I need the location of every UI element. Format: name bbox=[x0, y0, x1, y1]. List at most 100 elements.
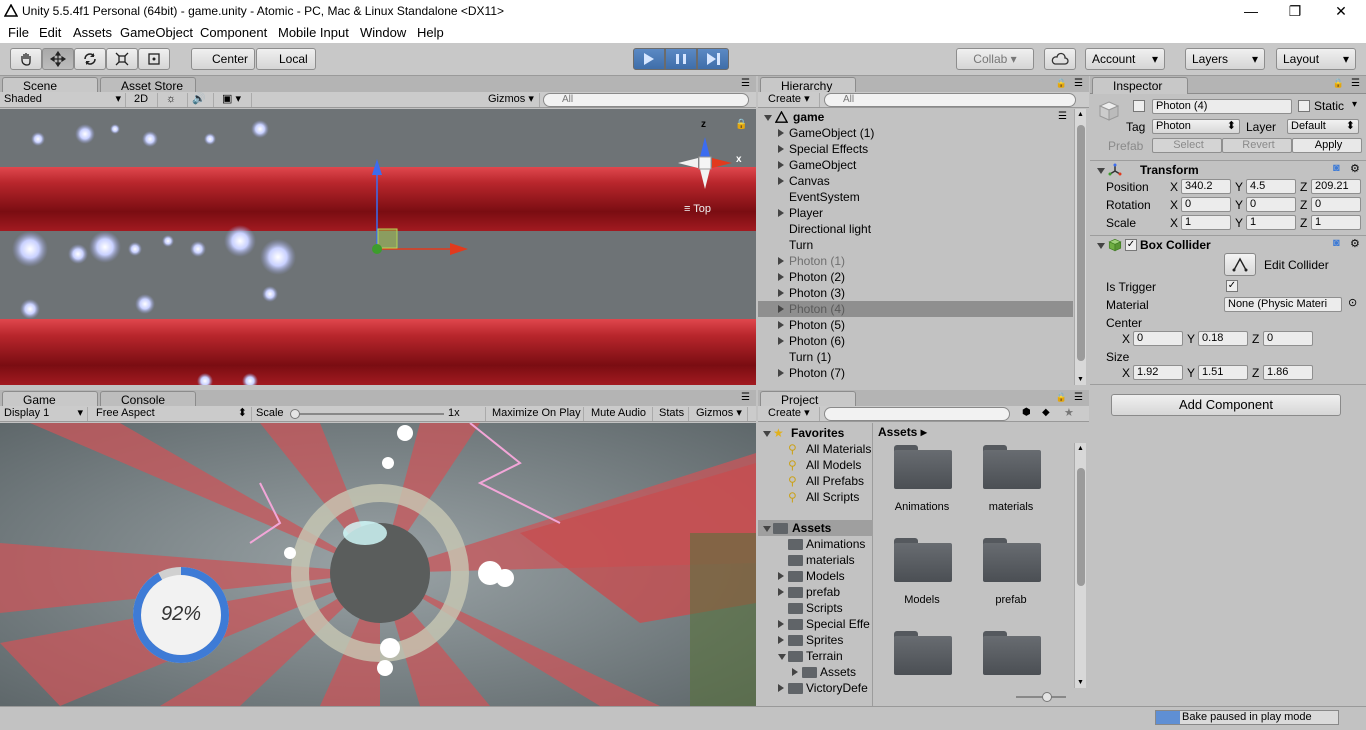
hierarchy-item[interactable]: Photon (4) bbox=[758, 301, 1073, 317]
vector-field[interactable]: 0 bbox=[1263, 331, 1313, 346]
menu-file[interactable]: File bbox=[8, 25, 29, 40]
menu-help[interactable]: Help bbox=[417, 25, 444, 40]
expand-arrow-icon[interactable] bbox=[778, 145, 784, 153]
vector-field[interactable]: 0 bbox=[1133, 331, 1183, 346]
aspect-dropdown[interactable]: Free Aspect ⬍ bbox=[92, 407, 252, 421]
maximize-on-play-toggle[interactable]: Maximize On Play bbox=[488, 407, 584, 421]
asset-tree-item[interactable]: materials bbox=[758, 552, 873, 568]
scene-search-input[interactable]: All bbox=[543, 93, 749, 107]
scroll-up-icon[interactable]: ▲ bbox=[1077, 111, 1084, 118]
hierarchy-create-dropdown[interactable]: Create ▾ bbox=[764, 93, 820, 107]
expand-arrow-icon[interactable] bbox=[778, 588, 784, 596]
asset-tree-item[interactable]: Scripts bbox=[758, 600, 873, 616]
hierarchy-item[interactable]: Photon (7) bbox=[758, 365, 1073, 381]
project-scroll-up-icon[interactable]: ▲ bbox=[1077, 445, 1084, 452]
menu-edit[interactable]: Edit bbox=[39, 25, 61, 40]
expand-arrow-icon[interactable] bbox=[778, 161, 784, 169]
hierarchy-item[interactable]: Turn (1) bbox=[758, 349, 1073, 365]
scene-viewport[interactable]: z x ≡ Top 🔒 bbox=[0, 109, 756, 385]
tag-dropdown[interactable]: Photon ⬍ bbox=[1152, 119, 1240, 134]
transform-help-icon[interactable]: ◙ bbox=[1333, 162, 1340, 174]
play-button[interactable] bbox=[633, 48, 665, 70]
layout-dropdown[interactable]: Layout ▾ bbox=[1276, 48, 1356, 70]
audio-toggle[interactable]: 🔊 bbox=[188, 93, 214, 107]
layer-dropdown[interactable]: Default ⬍ bbox=[1287, 119, 1359, 134]
lock-icon[interactable]: 🔒 bbox=[735, 119, 747, 130]
game-viewport[interactable]: 92% bbox=[0, 423, 756, 706]
collider-settings-icon[interactable]: ⚙ bbox=[1350, 237, 1360, 250]
step-button[interactable] bbox=[697, 48, 729, 70]
asset-tree-item[interactable]: Assets bbox=[758, 664, 873, 680]
transform-settings-icon[interactable]: ⚙ bbox=[1350, 162, 1360, 175]
expand-arrow-icon[interactable] bbox=[778, 273, 784, 281]
hierarchy-search-input[interactable]: All bbox=[824, 93, 1076, 107]
hierarchy-item[interactable]: GameObject bbox=[758, 157, 1073, 173]
asset-folder[interactable]: Animations bbox=[880, 445, 964, 533]
favorites-row[interactable]: ★ Favorites bbox=[758, 425, 873, 441]
scale-tool-button[interactable] bbox=[106, 48, 138, 70]
project-scrollbar[interactable]: ▲ ▼ bbox=[1074, 443, 1086, 688]
inspector-lock-icon[interactable]: 🔒 bbox=[1333, 78, 1344, 89]
material-field[interactable]: None (Physic Materi bbox=[1224, 297, 1342, 312]
asset-folder[interactable]: Models bbox=[880, 538, 964, 626]
icon-size-slider[interactable] bbox=[1016, 696, 1066, 698]
vector-field[interactable]: 0.18 bbox=[1198, 331, 1248, 346]
asset-tree-item[interactable]: VictoryDefe bbox=[758, 680, 873, 696]
expand-arrow-icon[interactable] bbox=[778, 321, 784, 329]
scale-slider[interactable]: Scale 1x bbox=[252, 407, 486, 421]
hierarchy-item[interactable]: Canvas bbox=[758, 173, 1073, 189]
hierarchy-lock-icon[interactable]: 🔒 bbox=[1056, 78, 1067, 89]
prefab-select-button[interactable]: Select bbox=[1152, 138, 1222, 153]
add-component-button[interactable]: Add Component bbox=[1111, 394, 1341, 416]
assets-collapse-icon[interactable] bbox=[763, 526, 771, 532]
filter-label-icon[interactable]: ◆ bbox=[1042, 407, 1050, 418]
shading-dropdown[interactable]: Shaded ▾ bbox=[0, 93, 126, 107]
hierarchy-scene-row[interactable]: game ☰ bbox=[758, 109, 1073, 125]
static-dropdown-icon[interactable]: ▾ bbox=[1352, 99, 1357, 110]
favorite-item[interactable]: ⚲ All Materials bbox=[758, 441, 873, 457]
vector-field[interactable]: 4.5 bbox=[1246, 179, 1296, 194]
scene-gizmos-dropdown[interactable]: Gizmos ▾ bbox=[484, 93, 540, 107]
scene-menu-icon[interactable]: ☰ bbox=[1058, 109, 1067, 125]
menu-window[interactable]: Window bbox=[360, 25, 406, 40]
is-trigger-checkbox[interactable]: ✓ bbox=[1226, 280, 1238, 292]
expand-arrow-icon[interactable] bbox=[778, 620, 784, 628]
expand-arrow-icon[interactable] bbox=[792, 668, 798, 676]
project-scroll-thumb[interactable] bbox=[1077, 468, 1085, 586]
mute-audio-toggle[interactable]: Mute Audio bbox=[587, 407, 653, 421]
favorites-collapse-icon[interactable] bbox=[763, 431, 771, 437]
asset-tree-item[interactable]: Animations bbox=[758, 536, 873, 552]
layers-dropdown[interactable]: Layers ▾ bbox=[1185, 48, 1265, 70]
tab-inspector[interactable]: Inspector bbox=[1092, 77, 1188, 94]
vector-field[interactable]: 340.2 bbox=[1181, 179, 1231, 194]
hierarchy-scrollbar[interactable]: ▲ ▼ bbox=[1074, 109, 1086, 385]
hierarchy-item[interactable]: Directional light bbox=[758, 221, 1073, 237]
vector-field[interactable]: 209.21 bbox=[1311, 179, 1361, 194]
scale-slider-thumb[interactable] bbox=[290, 409, 300, 419]
asset-tree-item[interactable]: Terrain bbox=[758, 648, 873, 664]
object-picker-icon[interactable]: ⊙ bbox=[1348, 296, 1357, 309]
menu-mobile-input[interactable]: Mobile Input bbox=[278, 25, 349, 40]
hierarchy-item[interactable]: Photon (2) bbox=[758, 269, 1073, 285]
menu-component[interactable]: Component bbox=[200, 25, 267, 40]
close-button[interactable]: ✕ bbox=[1318, 0, 1364, 23]
inspector-menu-icon[interactable]: ☰ bbox=[1351, 78, 1360, 89]
hand-tool-button[interactable] bbox=[10, 48, 42, 70]
restore-button[interactable]: ❐ bbox=[1272, 0, 1318, 23]
expand-arrow-icon[interactable] bbox=[778, 129, 784, 137]
pause-button[interactable] bbox=[665, 48, 697, 70]
game-panel-menu-icon[interactable]: ☰ bbox=[741, 392, 750, 403]
vector-field[interactable]: 0 bbox=[1181, 197, 1231, 212]
hierarchy-item[interactable]: GameObject (1) bbox=[758, 125, 1073, 141]
favorite-star-icon[interactable]: ★ bbox=[1064, 406, 1074, 419]
prefab-apply-button[interactable]: Apply bbox=[1292, 138, 1362, 153]
favorite-item[interactable]: ⚲ All Scripts bbox=[758, 489, 873, 505]
asset-tree-item[interactable]: Special Effe bbox=[758, 616, 873, 632]
expand-arrow-icon[interactable] bbox=[778, 209, 784, 217]
vector-field[interactable]: 0 bbox=[1311, 197, 1361, 212]
assets-root-row[interactable]: Assets bbox=[758, 520, 873, 536]
hierarchy-item[interactable]: Player bbox=[758, 205, 1073, 221]
lighting-toggle[interactable]: ☼ bbox=[162, 93, 188, 107]
static-checkbox[interactable] bbox=[1298, 100, 1310, 112]
asset-tree-item[interactable]: Models bbox=[758, 568, 873, 584]
